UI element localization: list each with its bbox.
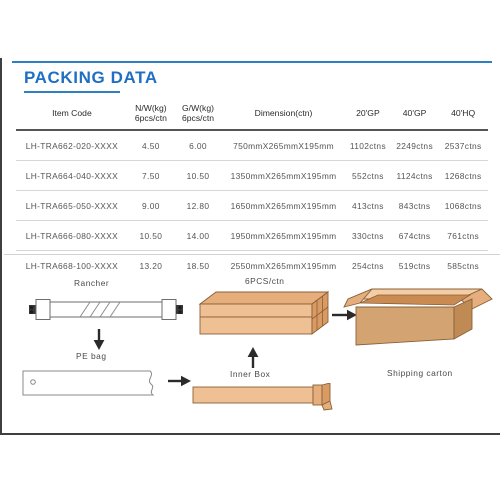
table-row: LH-TRA666-080-XXXX 10.50 14.00 1950mmX26… xyxy=(16,220,488,252)
column-header-gross-weight: G/W(kg) 6pcs/ctn xyxy=(174,100,222,130)
cell-net-weight: 10.50 xyxy=(127,220,174,252)
cell-20gp: 552ctns xyxy=(344,160,391,192)
cell-item-code: LH-TRA664-040-XXXX xyxy=(16,160,128,192)
column-header-line1: G/W(kg) xyxy=(182,103,214,113)
packing-flow-diagram: Rancher PE bag 6PCS/ctn Inner Box Shippi… xyxy=(2,255,500,435)
cell-dimension: 1950mmX265mmX195mm xyxy=(222,220,345,252)
cell-item-code: LH-TRA666-080-XXXX xyxy=(16,220,128,252)
column-header-item-code: Item Code xyxy=(16,100,128,130)
title-top-rule xyxy=(12,61,492,63)
column-header-40gp: 40'GP xyxy=(391,100,438,130)
rancher-label: Rancher xyxy=(74,278,110,288)
rancher-tube-icon xyxy=(29,299,183,320)
column-header-dimension: Dimension(ctn) xyxy=(222,100,345,130)
column-header-line2: 6pcs/ctn xyxy=(181,113,214,124)
column-header-line1: 40'HQ xyxy=(451,108,476,119)
cell-20gp: 413ctns xyxy=(344,190,391,222)
table-row: LH-TRA662-020-XXXX 4.50 6.00 750mmX265mm… xyxy=(16,130,488,162)
column-header-line1: 40'GP xyxy=(402,108,427,119)
content-panel: PACKING DATA Item Code N/W(kg) 6pcs/ctn … xyxy=(0,58,500,435)
cell-item-code: LH-TRA662-020-XXXX xyxy=(16,130,128,162)
table-row: LH-TRA665-050-XXXX 9.00 12.80 1650mmX265… xyxy=(16,190,488,222)
table-header: Item Code N/W(kg) 6pcs/ctn G/W(kg) 6pcs/… xyxy=(16,100,488,131)
cell-20gp: 1102ctns xyxy=(344,130,391,162)
cell-40hq: 761ctns xyxy=(438,220,488,252)
column-header-line2: 6pcs/ctn xyxy=(134,113,167,124)
cell-gross-weight: 6.00 xyxy=(173,130,223,162)
column-header-line1: Item Code xyxy=(52,108,92,119)
packing-data-page: PACKING DATA Item Code N/W(kg) 6pcs/ctn … xyxy=(0,0,500,500)
cell-net-weight: 9.00 xyxy=(127,190,174,222)
cell-net-weight: 4.50 xyxy=(127,130,174,162)
cell-gross-weight: 10.50 xyxy=(173,160,223,192)
inner-box-icon xyxy=(192,383,333,411)
pe-bag-label: PE bag xyxy=(76,351,107,361)
cell-40hq: 1268ctns xyxy=(438,160,488,192)
shipping-carton-icon xyxy=(343,288,493,346)
table-header-row: Item Code N/W(kg) 6pcs/ctn G/W(kg) 6pcs/… xyxy=(16,100,488,131)
cell-dimension: 750mmX265mmX195mm xyxy=(222,130,345,162)
arrow-right-icon xyxy=(168,375,191,387)
column-header-line1: Dimension(ctn) xyxy=(254,108,313,119)
cell-gross-weight: 12.80 xyxy=(173,190,223,222)
cell-dimension: 1650mmX265mmX195mm xyxy=(222,190,345,222)
arrow-down-icon xyxy=(93,329,105,350)
title-underline xyxy=(24,91,120,93)
cell-40gp: 2249ctns xyxy=(390,130,439,162)
column-header-20gp: 20'GP xyxy=(345,100,391,130)
column-header-40hq: 40'HQ xyxy=(438,100,488,130)
cell-40gp: 674ctns xyxy=(390,220,439,252)
column-header-line1: 20'GP xyxy=(356,108,380,119)
pe-bag-icon xyxy=(22,370,155,396)
arrow-up-icon xyxy=(247,347,259,368)
cell-40hq: 2537ctns xyxy=(438,130,488,162)
inner-box-stack-icon xyxy=(198,291,330,335)
cell-dimension: 1350mmX265mmX195mm xyxy=(222,160,345,192)
column-header-net-weight: N/W(kg) 6pcs/ctn xyxy=(128,100,174,130)
cell-40hq: 1068ctns xyxy=(438,190,488,222)
cell-20gp: 330ctns xyxy=(344,220,391,252)
shipping-carton-label: Shipping carton xyxy=(387,368,453,378)
page-title: PACKING DATA xyxy=(24,68,158,87)
inner-box-label: Inner Box xyxy=(230,369,271,379)
pcs-per-carton-label: 6PCS/ctn xyxy=(245,276,285,286)
cell-40gp: 1124ctns xyxy=(390,160,439,192)
cell-net-weight: 7.50 xyxy=(127,160,174,192)
column-header-line1: N/W(kg) xyxy=(135,103,167,113)
table-row: LH-TRA664-040-XXXX 7.50 10.50 1350mmX265… xyxy=(16,160,488,192)
cell-gross-weight: 14.00 xyxy=(173,220,223,252)
cell-40gp: 843ctns xyxy=(390,190,439,222)
cell-item-code: LH-TRA665-050-XXXX xyxy=(16,190,128,222)
